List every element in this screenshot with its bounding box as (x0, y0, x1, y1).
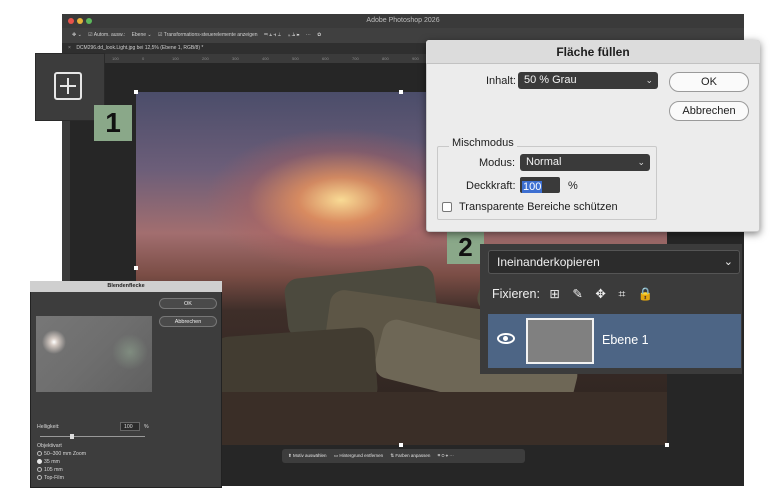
preserve-transparency-checkbox[interactable] (442, 202, 452, 212)
lens-option-movie[interactable]: Top-Film (37, 475, 64, 481)
lens-option-label: 50–300 mm Zoom (44, 451, 87, 457)
lock-label: Fixieren: (492, 287, 540, 301)
lock-row: Fixieren: ⊞ ✎ ✥ ⌗ 🔒 (492, 286, 653, 302)
remove-background-button[interactable]: ▭ Hintergrund entfernen (334, 453, 383, 458)
ruler-tick: 300 (232, 56, 239, 61)
eye-icon[interactable] (497, 333, 515, 344)
transform-handle[interactable] (134, 90, 138, 94)
lens-option-label: 35 mm (44, 459, 60, 465)
opacity-unit: % (568, 180, 578, 192)
more-actions-button[interactable]: ⌗ ⊙ ⌖ ··· (438, 453, 454, 458)
mode-dropdown[interactable]: Normal ⌄ (520, 154, 650, 171)
content-value: 50 % Grau (524, 74, 577, 86)
brightness-slider-track[interactable] (40, 436, 145, 437)
cancel-button[interactable]: Abbrechen (669, 101, 749, 121)
ok-button[interactable]: OK (669, 72, 749, 92)
show-transform-controls-checkbox[interactable]: ☑ Transformations-steuerelemente anzeige… (158, 32, 258, 38)
ruler-tick: 900 (412, 56, 419, 61)
close-tab-icon[interactable]: × (68, 45, 71, 51)
brightness-slider-thumb[interactable] (70, 434, 74, 439)
mode-label: Modus: (479, 157, 516, 169)
ruler-tick: 100 (112, 56, 119, 61)
auto-select-dropdown[interactable]: Ebene ⌄ (132, 32, 152, 38)
ruler-tick: 700 (352, 56, 359, 61)
lock-artboard-icon[interactable]: ⌗ (618, 287, 625, 301)
ruler-tick: 0 (142, 56, 145, 61)
chevron-down-icon: ⌄ (723, 256, 733, 268)
layer-thumbnail[interactable] (526, 318, 594, 364)
document-tab[interactable]: DCM296.dd_look.Light.jpg bei 12,5% (Eben… (76, 45, 203, 51)
brightness-input[interactable]: 100 (120, 422, 140, 431)
close-window-button[interactable] (68, 18, 74, 24)
chevron-down-icon: ⌄ (637, 157, 645, 167)
more-options-button[interactable]: ··· (306, 32, 311, 38)
lens-option-label: Top-Film (44, 475, 64, 481)
ruler-tick: 200 (202, 56, 209, 61)
app-title: Adobe Photoshop 2026 (366, 17, 440, 24)
lens-option-50-300[interactable]: 50–300 mm Zoom (37, 451, 86, 457)
lens-type-label: Objektivart (37, 443, 62, 449)
distribute-buttons[interactable]: ⫠ ⫡ ⫢ (287, 32, 299, 38)
radio-icon (37, 451, 42, 457)
align-buttons[interactable]: ⫤ ⫨ ⫣ ⊥ (264, 32, 281, 38)
eye-pupil (503, 336, 508, 341)
contextual-task-bar: ⬆ Motiv auswählen ▭ Hintergrund entferne… (282, 449, 525, 463)
blending-group-label: Mischmodus (449, 137, 517, 149)
ruler-tick: 400 (262, 56, 269, 61)
chevron-down-icon: ⌄ (645, 75, 653, 85)
fill-dialog-title: Fläche füllen (426, 40, 760, 64)
plus-square-icon[interactable] (54, 72, 82, 100)
transform-handle[interactable] (665, 443, 669, 447)
transform-handle[interactable] (399, 90, 403, 94)
lens-option-35[interactable]: 35 mm (37, 459, 60, 465)
radio-icon (37, 475, 42, 481)
ruler-tick: 500 (292, 56, 299, 61)
opacity-value: 100 (522, 181, 543, 193)
lens-option-105[interactable]: 105 mm (37, 467, 63, 473)
layer-blend-mode-dropdown[interactable]: Ineinanderkopieren ⌄ (488, 250, 740, 274)
mode-value: Normal (526, 156, 562, 168)
lens-option-label: 105 mm (44, 467, 63, 473)
3d-mode-icon[interactable]: ✿ (317, 32, 321, 38)
flare-preview[interactable] (36, 316, 152, 392)
select-subject-button[interactable]: ⬆ Motiv auswählen (288, 453, 327, 458)
brightness-value: 100 (124, 424, 133, 430)
adjust-colors-button[interactable]: ⇅ Farben anpassen (390, 453, 430, 458)
zoom-window-button[interactable] (86, 18, 92, 24)
flare-ok-button[interactable]: OK (159, 298, 217, 309)
flare-cancel-button[interactable]: Abbrechen (159, 316, 217, 327)
content-label: Inhalt: (486, 75, 516, 87)
ruler-tick: 800 (382, 56, 389, 61)
opacity-input[interactable]: 100 (520, 177, 560, 193)
opacity-label: Deckkraft: (466, 180, 516, 192)
blend-mode-value: Ineinanderkopieren (497, 255, 600, 269)
radio-selected-icon (37, 459, 42, 465)
radio-icon (37, 467, 42, 473)
title-bar: Adobe Photoshop 2026 (62, 14, 744, 28)
lock-image-pixels-icon[interactable]: ✎ (572, 287, 582, 301)
auto-select-checkbox[interactable]: ☑ Autom. ausw.: (88, 32, 125, 38)
lens-flare-title: Blendenflecke (30, 281, 222, 292)
move-tool-options[interactable]: ✥ ⌄ (72, 32, 82, 38)
lock-transparent-pixels-icon[interactable]: ⊞ (549, 287, 559, 301)
ruler-tick: 100 (172, 56, 179, 61)
layer-name[interactable]: Ebene 1 (602, 333, 649, 347)
transform-handle[interactable] (399, 443, 403, 447)
preserve-transparency-label: Transparente Bereiche schützen (459, 201, 618, 213)
brightness-unit: % (144, 424, 149, 430)
lock-position-icon[interactable]: ✥ (595, 287, 605, 301)
transform-handle[interactable] (134, 266, 138, 270)
brightness-label: Helligkeit: (37, 424, 60, 430)
step-badge-2: 2 (447, 230, 484, 264)
lock-all-icon[interactable]: 🔒 (638, 287, 654, 301)
step-badge-1: 1 (94, 105, 132, 141)
minimize-window-button[interactable] (77, 18, 83, 24)
ruler-tick: 600 (322, 56, 329, 61)
content-dropdown[interactable]: 50 % Grau ⌄ (518, 72, 658, 89)
